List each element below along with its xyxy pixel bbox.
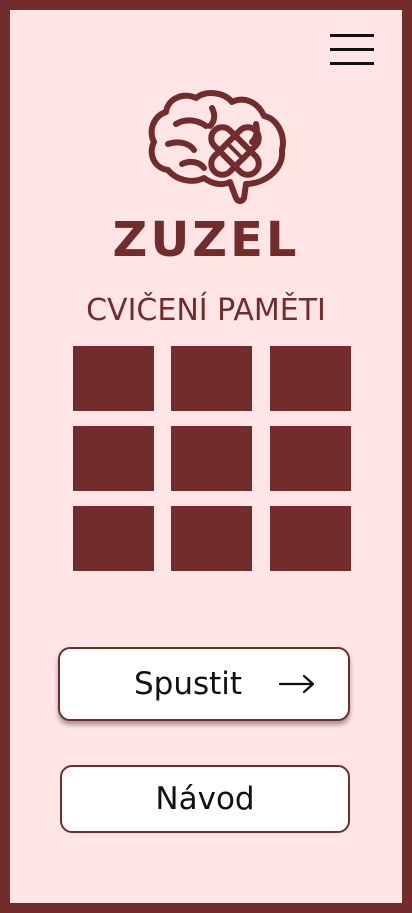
- guide-button[interactable]: Návod: [60, 765, 350, 833]
- memory-tile[interactable]: [73, 346, 154, 411]
- arrow-right-icon: [278, 674, 315, 694]
- memory-tile[interactable]: [171, 426, 252, 491]
- hamburger-menu-icon[interactable]: [328, 32, 376, 68]
- menu-bar: [330, 48, 374, 51]
- brain-bandage-icon: [148, 90, 286, 204]
- app-title: ZUZEL: [112, 212, 300, 268]
- menu-bar: [330, 62, 374, 65]
- app-screen: ZUZEL CVIČENÍ PAMĚTI Spustit Návod: [10, 10, 402, 903]
- memory-tile[interactable]: [171, 506, 252, 571]
- guide-button-label: Návod: [155, 781, 255, 817]
- start-button-label: Spustit: [134, 666, 243, 702]
- memory-tile[interactable]: [270, 506, 351, 571]
- memory-tile-grid: [73, 346, 351, 571]
- memory-tile[interactable]: [171, 346, 252, 411]
- memory-tile[interactable]: [270, 426, 351, 491]
- memory-tile[interactable]: [73, 506, 154, 571]
- menu-bar: [330, 34, 374, 37]
- memory-tile[interactable]: [270, 346, 351, 411]
- app-subtitle: CVIČENÍ PAMĚTI: [86, 293, 326, 328]
- memory-tile[interactable]: [73, 426, 154, 491]
- start-button[interactable]: Spustit: [58, 647, 350, 721]
